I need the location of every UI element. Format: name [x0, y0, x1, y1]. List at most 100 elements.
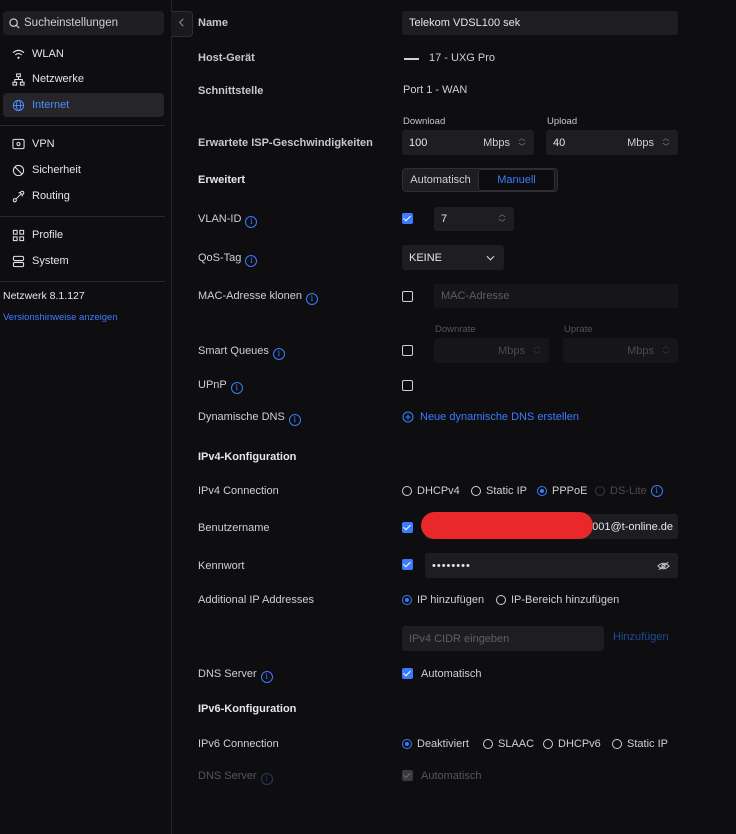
create-dynamic-dns-link[interactable]: Neue dynamische DNS erstellen	[402, 411, 579, 423]
device-dash-icon	[404, 58, 419, 60]
info-icon[interactable]: i	[230, 382, 243, 394]
mac-clone-label: MAC-Adresse klonen i	[198, 290, 318, 305]
sidebar-item-system[interactable]: System	[3, 249, 164, 273]
upload-unit: Mbps	[627, 136, 654, 149]
release-notes-link[interactable]: Versionshinweise anzeigen	[3, 312, 118, 323]
interface-label: Schnittstelle	[198, 85, 264, 97]
sidebar-item-netzwerke[interactable]: Netzwerke	[3, 67, 164, 91]
option-manuell[interactable]: Manuell	[478, 169, 555, 191]
info-icon[interactable]: i	[260, 671, 273, 683]
info-icon[interactable]: i	[305, 293, 318, 305]
name-input[interactable]: Telekom VDSL100 sek	[402, 11, 678, 35]
download-label: Download	[403, 116, 446, 127]
info-icon[interactable]: i	[245, 216, 258, 228]
upload-label: Upload	[547, 116, 578, 127]
password-input[interactable]: ••••••••	[425, 553, 678, 578]
stepper-icon[interactable]: ︿ ﹀	[531, 342, 543, 360]
password-value: ••••••••	[432, 559, 471, 572]
ipv4-dns-auto-label: Automatisch	[421, 668, 482, 680]
info-icon[interactable]: i	[272, 348, 285, 360]
option-automatisch[interactable]: Automatisch	[403, 170, 478, 190]
collapse-sidebar-button[interactable]	[171, 11, 193, 37]
sidebar-item-internet[interactable]: Internet	[3, 93, 164, 117]
uprate-input[interactable]: Mbps ︿ ﹀	[563, 338, 678, 363]
sidebar-item-vpn[interactable]: VPN	[3, 132, 164, 156]
qos-tag-select[interactable]: KEINE	[402, 245, 504, 270]
sidebar-item-profile[interactable]: Profile	[3, 223, 164, 247]
smart-queues-label: Smart Queues i	[198, 345, 285, 360]
vpn-icon	[10, 136, 26, 152]
host-device-label: Host-Gerät	[198, 52, 255, 64]
routing-icon	[10, 188, 26, 204]
add-cidr-button[interactable]: Hinzufügen	[613, 631, 669, 643]
sidebar-item-label: Internet	[32, 99, 70, 111]
ipv4-connection-label: IPv4 Connection	[198, 485, 279, 497]
sidebar-item-wlan[interactable]: WLAN	[3, 42, 164, 66]
radio-ds-lite[interactable]: DS-Lite i	[595, 485, 663, 497]
globe-icon	[10, 97, 26, 113]
qos-tag-value: KEINE	[409, 251, 443, 264]
radio-static-ip[interactable]: Static IP	[471, 485, 527, 497]
search-input[interactable]: Sucheinstellungen	[3, 11, 164, 35]
upload-input[interactable]: 40 Mbps ︿ ﹀	[546, 130, 678, 155]
name-value: Telekom VDSL100 sek	[409, 17, 521, 29]
radio-dhcpv4[interactable]: DHCPv4	[402, 485, 460, 497]
radio-pppoe[interactable]: PPPoE	[537, 485, 587, 497]
download-input[interactable]: 100 Mbps ︿ ﹀	[402, 130, 534, 155]
downrate-label: Downrate	[435, 324, 476, 335]
chevron-left-icon	[178, 18, 185, 30]
wifi-icon	[10, 46, 26, 62]
download-unit: Mbps	[483, 136, 510, 149]
radio-static-ip-v6[interactable]: Static IP	[612, 738, 668, 750]
ipv6-dns-auto-label: Automatisch	[421, 770, 482, 782]
isp-speed-label: Erwartete ISP-Geschwindigkeiten	[198, 137, 373, 149]
search-icon	[9, 17, 20, 29]
upload-value: 40	[553, 136, 566, 149]
ipv4-section-title: IPv4-Konfiguration	[198, 451, 297, 463]
upnp-label: UPnP i	[198, 379, 243, 394]
ipv4-dns-label: DNS Server i	[198, 668, 273, 683]
sidebar-item-sicherheit[interactable]: Sicherheit	[3, 158, 164, 182]
upnp-checkbox[interactable]	[402, 380, 413, 391]
radio-deaktiviert[interactable]: Deaktiviert	[402, 738, 469, 750]
info-icon[interactable]: i	[650, 485, 663, 497]
sidebar-item-label: System	[32, 255, 69, 267]
sidebar-item-label: Sicherheit	[32, 164, 81, 176]
vlan-id-label: VLAN-ID i	[198, 213, 258, 228]
eye-off-icon[interactable]	[657, 561, 670, 571]
redaction-mark	[421, 512, 593, 539]
vlan-id-input[interactable]: 7 ︿ ﹀	[434, 207, 514, 231]
vlan-enable-checkbox[interactable]	[402, 213, 413, 224]
info-icon[interactable]: i	[245, 255, 258, 267]
ipv4-cidr-input[interactable]: IPv4 CIDR eingeben	[402, 626, 604, 651]
ipv4-dns-auto-checkbox[interactable]	[402, 668, 413, 679]
mac-clone-checkbox[interactable]	[402, 291, 413, 302]
stepper-icon[interactable]: ︿ ﹀	[516, 134, 528, 152]
mac-address-input[interactable]: MAC-Adresse	[434, 284, 678, 308]
radio-ip-bereich-hinzufuegen[interactable]: IP-Bereich hinzufügen	[496, 594, 619, 606]
stepper-icon[interactable]: ︿ ﹀	[660, 342, 672, 360]
name-label: Name	[198, 17, 228, 29]
radio-ip-hinzufuegen[interactable]: IP hinzufügen	[402, 594, 484, 606]
sidebar-item-routing[interactable]: Routing	[3, 184, 164, 208]
radio-slaac[interactable]: SLAAC	[483, 738, 534, 750]
profiles-icon	[10, 227, 26, 243]
password-checkbox[interactable]	[402, 559, 413, 570]
sidebar: Sucheinstellungen WLAN Netzwerke Interne…	[0, 0, 172, 834]
search-placeholder: Sucheinstellungen	[24, 17, 118, 29]
uprate-label: Uprate	[564, 324, 593, 335]
advanced-mode-toggle[interactable]: Automatisch Manuell	[402, 168, 558, 192]
info-icon[interactable]: i	[288, 414, 301, 426]
downrate-unit: Mbps	[498, 344, 525, 357]
sidebar-item-label: Netzwerke	[32, 73, 84, 85]
sidebar-divider	[0, 125, 165, 126]
downrate-input[interactable]: Mbps ︿ ﹀	[434, 338, 549, 363]
stepper-icon[interactable]: ︿ ﹀	[496, 210, 508, 228]
mac-address-placeholder: MAC-Adresse	[441, 290, 510, 302]
download-value: 100	[409, 136, 428, 149]
smart-queues-checkbox[interactable]	[402, 345, 413, 356]
stepper-icon[interactable]: ︿ ﹀	[660, 134, 672, 152]
qos-tag-label: QoS-Tag i	[198, 252, 258, 267]
username-checkbox[interactable]	[402, 522, 413, 533]
radio-dhcpv6[interactable]: DHCPv6	[543, 738, 601, 750]
